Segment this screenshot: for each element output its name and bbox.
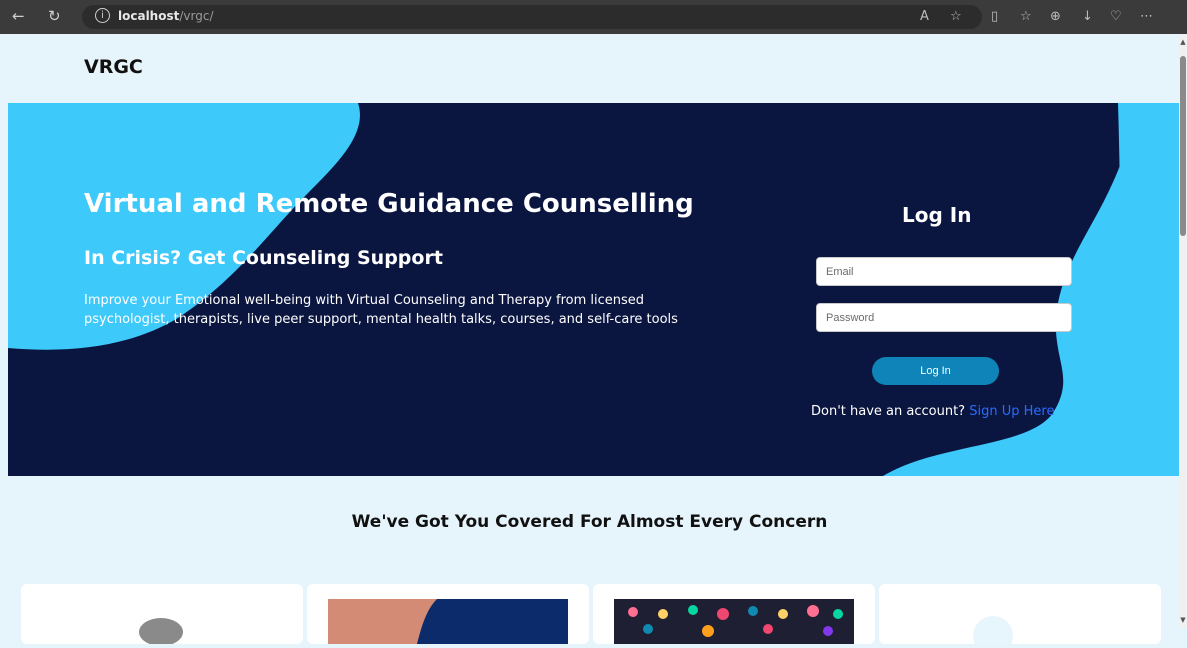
scroll-down-icon[interactable]: ▼ <box>1179 616 1187 624</box>
refresh-icon[interactable]: ↻ <box>48 7 61 25</box>
hero-section: Virtual and Remote Guidance Counselling … <box>8 103 1179 476</box>
address-url[interactable]: localhost/vrgc/ <box>118 9 213 23</box>
concern-card[interactable] <box>21 584 303 646</box>
concerns-section-title: We've Got You Covered For Almost Every C… <box>351 512 828 532</box>
hero-subtitle: In Crisis? Get Counseling Support <box>84 247 443 269</box>
site-logo[interactable]: VRGC <box>84 56 143 78</box>
signup-prompt: Don't have an account? Sign Up Here <box>811 404 1054 419</box>
page-scrollbar[interactable]: ▲ ▼ <box>1179 34 1187 628</box>
downloads-icon[interactable]: ↓ <box>1082 9 1093 24</box>
concern-card[interactable] <box>307 584 589 648</box>
address-bar[interactable] <box>82 5 982 29</box>
info-icon[interactable]: i <box>95 8 110 23</box>
concern-card[interactable] <box>879 584 1161 648</box>
split-screen-icon[interactable]: ▯ <box>991 9 998 24</box>
url-path: /vrgc/ <box>179 9 214 23</box>
scroll-up-icon[interactable]: ▲ <box>1179 38 1187 46</box>
more-icon[interactable]: ⋯ <box>1140 9 1153 24</box>
extensions-icon[interactable]: ♡ <box>1110 9 1122 24</box>
hero-description: Improve your Emotional well-being with V… <box>84 293 678 327</box>
email-field[interactable] <box>816 257 1072 286</box>
login-title: Log In <box>902 203 972 227</box>
card-image <box>328 599 568 648</box>
hero-wave-background <box>8 103 1179 476</box>
favorite-star-icon[interactable]: ☆ <box>950 9 962 24</box>
site-header: VRGC <box>0 34 1179 103</box>
back-icon[interactable]: ← <box>12 7 25 25</box>
scrollbar-thumb[interactable] <box>1180 56 1186 236</box>
card-image <box>973 616 1013 648</box>
signup-link[interactable]: Sign Up Here <box>969 404 1054 419</box>
card-image <box>139 618 183 646</box>
concern-card[interactable] <box>593 584 875 648</box>
login-button[interactable]: Log In <box>872 357 999 385</box>
signup-prompt-text: Don't have an account? <box>811 404 966 419</box>
password-field[interactable] <box>816 303 1072 332</box>
browser-toolbar: ← ↻ i localhost/vrgc/ A ☆ ▯ ☆ ⊕ ↓ ♡ ⋯ <box>0 0 1187 34</box>
url-host: localhost <box>118 9 180 23</box>
favorites-icon[interactable]: ☆ <box>1020 9 1032 24</box>
hero-title: Virtual and Remote Guidance Counselling <box>84 189 694 219</box>
card-image <box>614 599 854 648</box>
read-aloud-icon[interactable]: A <box>920 9 929 24</box>
collections-icon[interactable]: ⊕ <box>1050 9 1061 24</box>
